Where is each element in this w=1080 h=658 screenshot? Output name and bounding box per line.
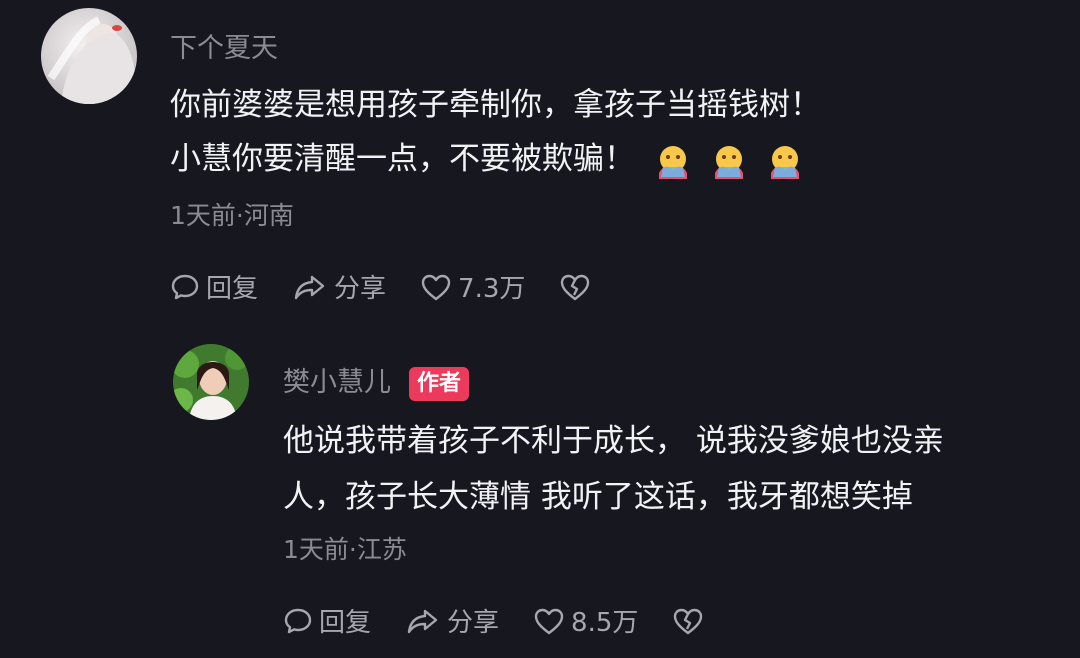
like-button[interactable]: 8.5万 <box>533 602 638 639</box>
author-badge: 作者 <box>409 366 470 401</box>
author-name[interactable]: 樊小慧儿 <box>283 367 391 398</box>
reply-button[interactable]: 回复 <box>283 602 371 639</box>
broken-heart-icon <box>674 608 703 634</box>
avatar[interactable] <box>173 344 249 420</box>
share-label: 分享 <box>447 608 500 638</box>
share-arrow-icon <box>407 609 438 633</box>
speech-bubble-icon <box>284 608 312 633</box>
like-count: 8.5万 <box>571 608 639 638</box>
share-button[interactable]: 分享 <box>405 602 499 639</box>
dislike-button[interactable] <box>672 606 710 636</box>
comment-text-line-1: 他说我带着孩子不利于成长， 说我没爹娘也没亲 <box>283 423 944 459</box>
comment-actions: 回复 分享 8.5万 <box>283 602 744 639</box>
heart-icon <box>534 608 564 634</box>
reply-label: 回复 <box>319 608 372 638</box>
comment-text-line-2: 人，孩子长大薄情 我听了这话，我牙都想笑掉 <box>283 479 913 515</box>
username: 樊小慧儿 作者 <box>283 360 470 401</box>
avatar-image <box>173 346 249 420</box>
comment-2: 樊小慧儿 作者 他说我带着孩子不利于成长， 说我没爹娘也没亲 人，孩子长大薄情 我… <box>0 0 1080 658</box>
comment-meta: 1天前·江苏 <box>283 535 407 564</box>
